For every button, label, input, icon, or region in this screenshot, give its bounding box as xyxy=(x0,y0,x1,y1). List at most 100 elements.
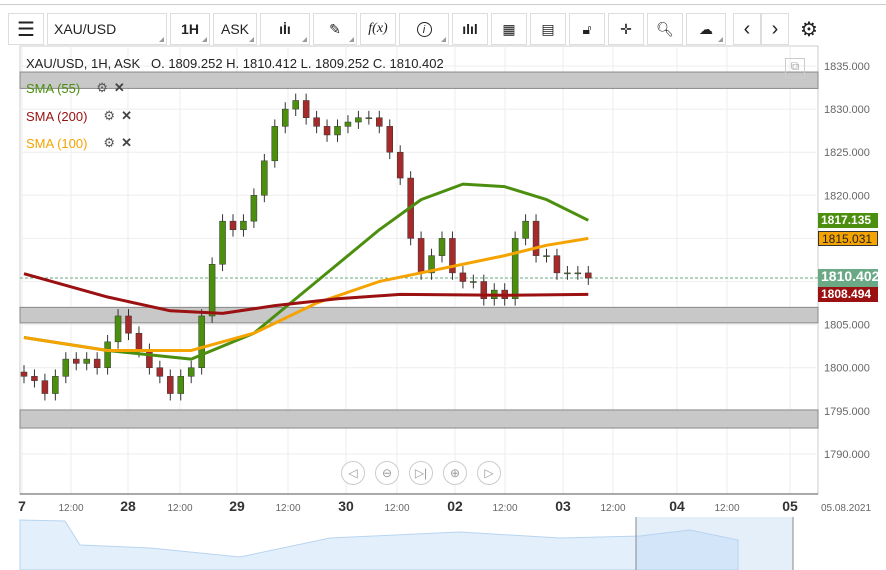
zoom-out-icon: ⊖ xyxy=(381,466,393,480)
candle-body xyxy=(438,238,446,256)
candle-body xyxy=(543,255,550,257)
candle-body xyxy=(564,272,571,275)
close-icon[interactable]: ✕ xyxy=(121,108,132,124)
candle xyxy=(198,309,205,375)
candle-body xyxy=(208,264,216,317)
candle-body xyxy=(386,126,393,153)
candle-body xyxy=(229,220,237,231)
zoom-in-button[interactable]: ⊕ xyxy=(443,461,467,485)
candle-body xyxy=(198,315,205,368)
price-tag: 1815.031 xyxy=(818,231,878,247)
candle-body xyxy=(41,380,49,394)
candle-body xyxy=(522,220,529,239)
candle-body xyxy=(396,151,404,179)
candle-body xyxy=(365,117,373,119)
candle-body xyxy=(125,315,132,334)
x-tick-label: 04 xyxy=(669,498,685,514)
close-icon[interactable]: ✕ xyxy=(114,80,125,96)
candle-body xyxy=(313,117,320,127)
y-tick-label: 1805.000 xyxy=(824,320,870,332)
candle-body xyxy=(114,315,122,343)
price-tag: 1817.135 xyxy=(818,212,878,228)
scroll-left-button[interactable]: ◁ xyxy=(341,461,365,485)
candle xyxy=(271,119,279,168)
popout-icon[interactable]: ⧉ xyxy=(785,58,805,78)
y-tick-label: 1825.000 xyxy=(824,147,870,159)
candle-body xyxy=(511,238,519,299)
x-tick-label: 12:00 xyxy=(275,503,300,514)
candle-body xyxy=(532,220,540,256)
candle-body xyxy=(93,358,101,368)
y-tick-label: 1800.000 xyxy=(824,363,870,375)
candle-body xyxy=(73,358,80,364)
x-tick-label: 12:00 xyxy=(167,503,192,514)
x-tick-label: 12:00 xyxy=(492,503,517,514)
candle-body xyxy=(250,195,258,222)
candle-body xyxy=(83,358,90,364)
sma55-label[interactable]: SMA (55) xyxy=(26,81,80,96)
candle-body xyxy=(187,367,195,377)
x-tick-label: 29 xyxy=(229,498,245,514)
candle-body xyxy=(574,272,582,275)
y-tick-label: 1790.000 xyxy=(824,449,870,461)
support-resistance-band xyxy=(19,306,819,324)
candle-body xyxy=(31,376,38,381)
zoom-in-icon: ⊕ xyxy=(449,466,461,480)
support-resistance-band xyxy=(19,409,819,429)
y-tick-label: 1820.000 xyxy=(824,190,870,202)
sma100-label[interactable]: SMA (100) xyxy=(26,136,87,151)
candle-body xyxy=(585,272,592,279)
candle-body xyxy=(553,255,561,274)
skip-end-icon: ▷| xyxy=(414,466,428,480)
navigator-window xyxy=(636,517,793,570)
candle-body xyxy=(219,220,226,265)
legend-sma200: SMA (200) ⚙ ✕ xyxy=(26,108,132,124)
candle-body xyxy=(62,358,70,377)
candle-body xyxy=(135,332,143,351)
gear-icon[interactable]: ⚙ xyxy=(103,135,115,151)
candle-body xyxy=(470,281,477,283)
x-tick-label: 28 xyxy=(120,498,136,514)
candle xyxy=(449,231,456,280)
candle-body xyxy=(271,126,279,162)
go-latest-button[interactable]: ▷| xyxy=(409,461,433,485)
candle xyxy=(261,153,268,203)
candle-body xyxy=(292,100,299,110)
x-tick-label: 12:00 xyxy=(58,503,83,514)
candle-body xyxy=(261,160,268,196)
close-icon[interactable]: ✕ xyxy=(121,135,132,151)
y-tick-label: 1835.000 xyxy=(824,61,870,73)
ohlc-readout: XAU/USD, 1H, ASK O. 1809.252 H. 1810.412… xyxy=(26,56,444,71)
x-tick-label: 02 xyxy=(447,498,463,514)
x-tick-label: 05.08.2021 xyxy=(821,503,871,514)
candle xyxy=(219,214,226,272)
sma200-label[interactable]: SMA (200) xyxy=(26,109,87,124)
candle-body xyxy=(282,108,289,127)
x-tick-label: 7 xyxy=(18,498,26,514)
price-tag: 1808.494 xyxy=(818,287,878,303)
candle-body xyxy=(376,117,383,127)
triangle-left-icon: ◁ xyxy=(348,466,358,480)
candle-body xyxy=(156,367,164,377)
gear-icon[interactable]: ⚙ xyxy=(103,108,115,124)
x-tick-label: 03 xyxy=(555,498,571,514)
candle-body xyxy=(302,100,310,118)
candle-body xyxy=(417,238,425,274)
candle-body xyxy=(167,376,174,394)
scroll-right-button[interactable]: ▷ xyxy=(477,461,501,485)
price-tag: 1810.402 xyxy=(818,269,879,288)
gear-icon[interactable]: ⚙ xyxy=(96,80,108,96)
candle-body xyxy=(334,126,341,136)
candle-body xyxy=(240,220,247,231)
zoom-out-button[interactable]: ⊖ xyxy=(375,461,399,485)
support-resistance-band xyxy=(19,71,819,89)
candle-body xyxy=(177,376,184,394)
candle-body xyxy=(355,117,362,123)
x-tick-label: 05 xyxy=(782,498,798,514)
y-tick-label: 1795.000 xyxy=(824,406,870,418)
x-tick-label: 12:00 xyxy=(600,503,625,514)
candle-body xyxy=(104,341,111,368)
x-tick-label: 30 xyxy=(338,498,354,514)
triangle-right-icon: ▷ xyxy=(484,466,494,480)
price-chart[interactable]: 1835.0001830.0001825.0001820.0001815.000… xyxy=(0,0,886,570)
